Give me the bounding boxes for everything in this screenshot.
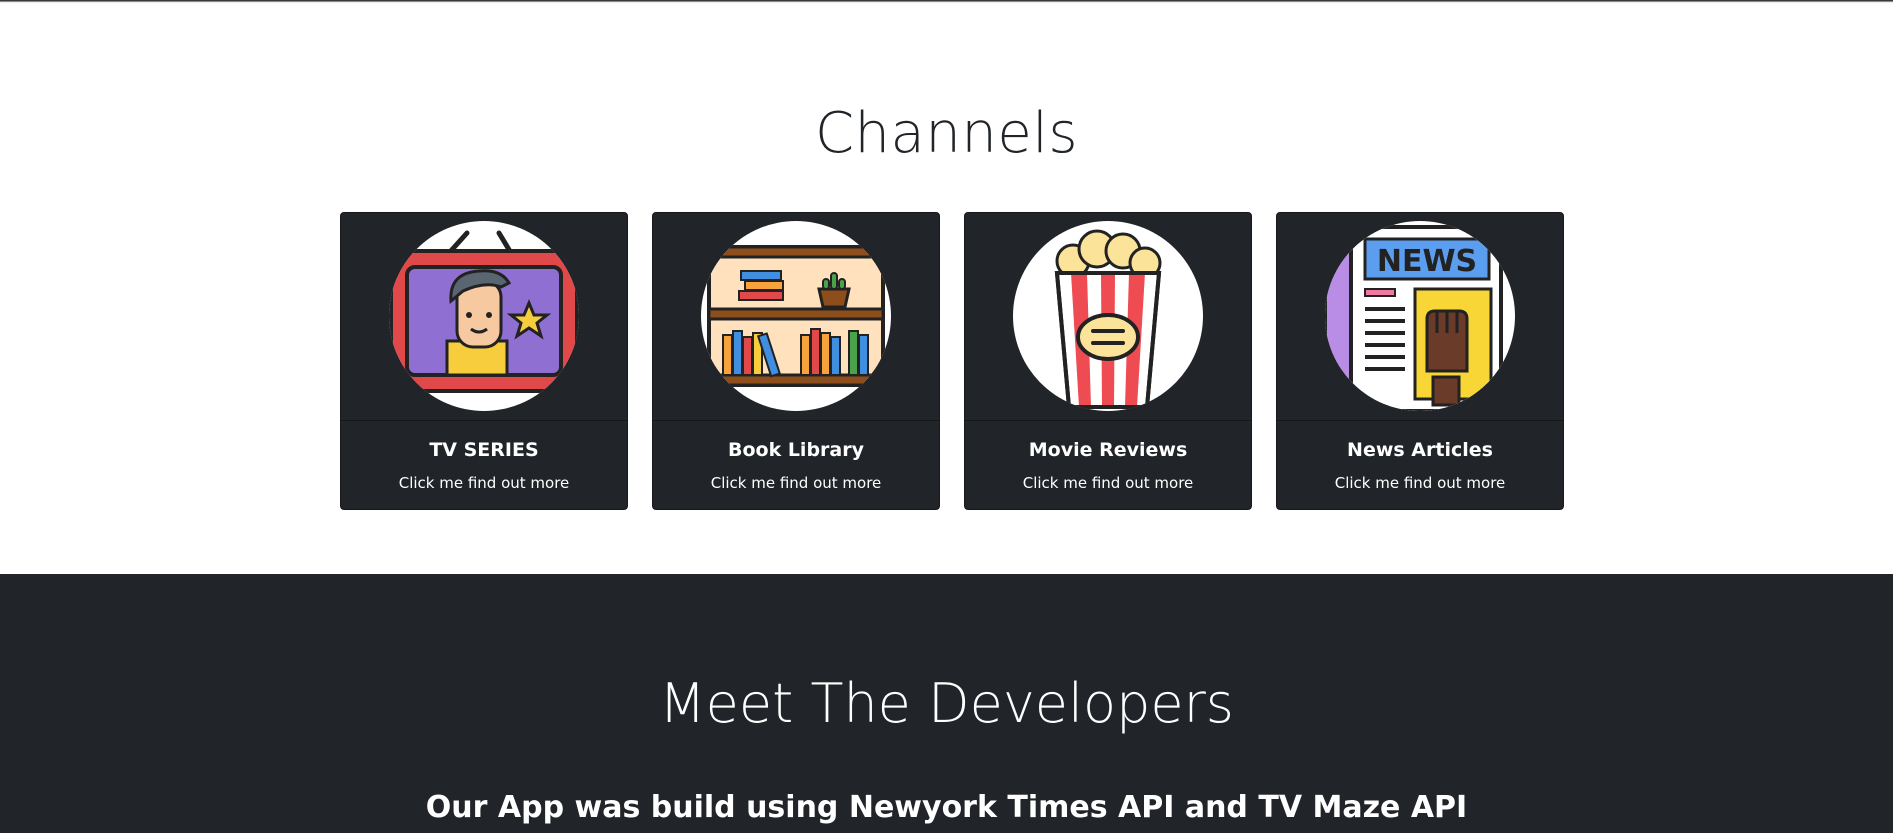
channels-section: Channels TV SERIES Click me find out mor…: [0, 0, 1893, 574]
card-divider: [341, 420, 627, 421]
bookshelf-icon: [701, 221, 891, 411]
channels-heading: Channels: [814, 101, 1079, 166]
card-title: News Articles: [1347, 439, 1493, 461]
card-divider: [965, 420, 1251, 421]
top-edge-divider: [0, 0, 1893, 3]
newspaper-icon-text: NEWS: [1377, 244, 1477, 279]
card-text: Click me find out more: [710, 474, 882, 492]
developers-section: Meet The Developers Our App was build us…: [0, 574, 1893, 833]
card-text: Click me find out more: [398, 474, 570, 492]
card-divider: [653, 420, 939, 421]
card-text: Click me find out more: [1022, 474, 1194, 492]
developers-heading: Meet The Developers: [659, 672, 1234, 735]
tv-series-icon: [389, 221, 579, 411]
channel-card-news-articles[interactable]: NEWS News Articles Click me find out mor…: [1276, 212, 1564, 510]
developers-subtitle: Our App was build using Newyork Times AP…: [425, 790, 1468, 825]
channel-card-tv-series[interactable]: TV SERIES Click me find out more: [340, 212, 628, 510]
popcorn-icon: [1013, 221, 1203, 411]
channel-card-movie-reviews[interactable]: Movie Reviews Click me find out more: [964, 212, 1252, 510]
card-title: TV SERIES: [429, 439, 539, 461]
card-title: Book Library: [727, 439, 864, 461]
newspaper-icon: NEWS: [1325, 221, 1515, 411]
card-text: Click me find out more: [1334, 474, 1506, 492]
card-divider: [1277, 420, 1563, 421]
channel-card-book-library[interactable]: Book Library Click me find out more: [652, 212, 940, 510]
card-title: Movie Reviews: [1028, 439, 1188, 461]
channel-cards: TV SERIES Click me find out more Book Li…: [340, 212, 1564, 510]
